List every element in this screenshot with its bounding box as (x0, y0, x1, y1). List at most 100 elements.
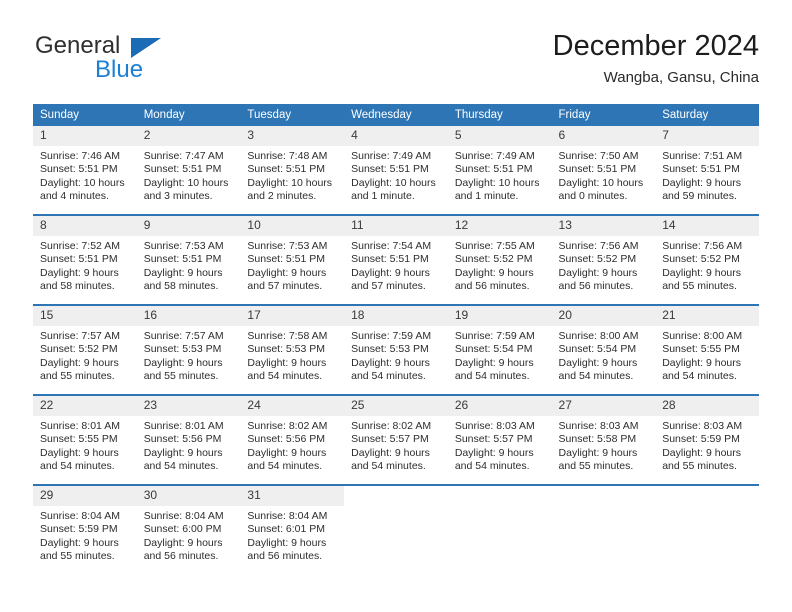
day-cell[interactable]: 11 Sunrise: 7:54 AM Sunset: 5:51 PM Dayligh… (344, 214, 448, 305)
daylight-text-line2: and 57 minutes. (247, 280, 323, 293)
day-number: 7 (655, 126, 759, 146)
daylight-text-line2: and 3 minutes. (143, 190, 213, 203)
week-row: 22 Sunrise: 8:01 AM Sunset: 5:55 PM Dayligh… (33, 394, 759, 485)
week-row: 29 Sunrise: 8:04 AM Sunset: 5:59 PM Dayligh… (33, 484, 759, 574)
day-number: 10 (240, 216, 345, 236)
sunrise-text: Sunrise: 7:46 AM (40, 150, 120, 162)
day-info: Sunrise: 8:03 AM Sunset: 5:59 PM Daylight:… (655, 416, 759, 474)
daylight-text-line1: Daylight: 9 hours (558, 266, 638, 279)
day-number: 12 (447, 216, 552, 236)
day-number: 14 (655, 216, 759, 236)
day-cell[interactable]: 7 Sunrise: 7:51 AM Sunset: 5:51 PM Daylight… (655, 126, 759, 215)
sunrise-text: Sunrise: 8:03 AM (558, 420, 639, 432)
daylight-text-line2: and 2 minutes. (247, 190, 317, 203)
daylight-text-line2: and 54 minutes. (558, 370, 634, 383)
day-cell[interactable]: 19 Sunrise: 7:59 AM Sunset: 5:54 PM Dayligh… (447, 304, 552, 395)
calendar-header-row: Sunday Monday Tuesday Wednesday Thursday… (33, 104, 759, 126)
day-info: Sunrise: 8:02 AM Sunset: 5:56 PM Daylight:… (240, 416, 344, 474)
daylight-text-line1: Daylight: 9 hours (558, 446, 638, 459)
sunrise-text: Sunrise: 7:59 AM (351, 330, 432, 342)
day-cell-empty (551, 484, 656, 574)
day-cell[interactable]: 27 Sunrise: 8:03 AM Sunset: 5:58 PM Dayligh… (551, 394, 656, 485)
day-number: 25 (344, 396, 448, 416)
daylight-text-line2: and 54 minutes. (351, 370, 426, 383)
general-blue-logo[interactable]: General Blue (33, 32, 253, 88)
daylight-text-line1: Daylight: 9 hours (143, 266, 223, 279)
sunset-text: Sunset: 5:51 PM (143, 163, 222, 176)
day-cell[interactable]: 18 Sunrise: 7:59 AM Sunset: 5:53 PM Dayligh… (344, 304, 448, 395)
daylight-text-line2: and 57 minutes. (351, 280, 426, 293)
daylight-text-line1: Daylight: 10 hours (454, 176, 540, 189)
weekday-header-thursday: Thursday (447, 104, 552, 126)
sunrise-text: Sunrise: 7:49 AM (351, 150, 432, 162)
day-cell[interactable]: 29 Sunrise: 8:04 AM Sunset: 5:59 PM Dayligh… (33, 484, 137, 574)
day-cell[interactable]: 15 Sunrise: 7:57 AM Sunset: 5:52 PM Dayligh… (33, 304, 137, 395)
day-cell[interactable]: 6 Sunrise: 7:50 AM Sunset: 5:51 PM Daylight… (551, 126, 656, 215)
day-cell[interactable]: 1 Sunrise: 7:46 AM Sunset: 5:51 PM Daylight… (33, 126, 137, 215)
day-cell[interactable]: 25 Sunrise: 8:02 AM Sunset: 5:57 PM Dayligh… (344, 394, 448, 485)
weekday-header-friday: Friday (551, 104, 656, 126)
day-cell[interactable]: 28 Sunrise: 8:03 AM Sunset: 5:59 PM Dayligh… (655, 394, 759, 485)
sunrise-text: Sunrise: 7:58 AM (247, 330, 328, 342)
day-cell[interactable]: 3 Sunrise: 7:48 AM Sunset: 5:51 PM Daylight… (240, 126, 345, 215)
sunset-text: Sunset: 5:52 PM (558, 253, 637, 266)
day-info: Sunrise: 8:00 AM Sunset: 5:55 PM Daylight:… (655, 326, 759, 384)
calendar-page: General Blue December 2024 Wangba, Gansu… (0, 0, 792, 612)
sunset-text: Sunset: 5:53 PM (351, 343, 429, 356)
sunrise-text: Sunrise: 7:53 AM (247, 240, 328, 252)
day-cell[interactable]: 23 Sunrise: 8:01 AM Sunset: 5:56 PM Dayligh… (136, 394, 241, 485)
daylight-text-line2: and 56 minutes. (247, 550, 323, 563)
sunrise-text: Sunrise: 8:00 AM (662, 330, 743, 342)
sunset-text: Sunset: 5:52 PM (662, 253, 740, 266)
day-number: 30 (136, 486, 241, 506)
day-number: 21 (655, 306, 759, 326)
day-cell[interactable]: 24 Sunrise: 8:02 AM Sunset: 5:56 PM Dayligh… (240, 394, 345, 485)
weekday-header-tuesday: Tuesday (240, 104, 345, 126)
day-cell[interactable]: 12 Sunrise: 7:55 AM Sunset: 5:52 PM Dayligh… (447, 214, 552, 305)
day-info: Sunrise: 7:47 AM Sunset: 5:51 PM Daylight:… (137, 146, 241, 204)
day-cell[interactable]: 16 Sunrise: 7:57 AM Sunset: 5:53 PM Dayligh… (136, 304, 241, 395)
day-cell[interactable]: 26 Sunrise: 8:03 AM Sunset: 5:57 PM Dayligh… (447, 394, 552, 485)
sunset-text: Sunset: 5:51 PM (40, 163, 118, 176)
day-info: Sunrise: 7:49 AM Sunset: 5:51 PM Daylight:… (344, 146, 448, 204)
day-cell[interactable]: 17 Sunrise: 7:58 AM Sunset: 5:53 PM Dayligh… (240, 304, 345, 395)
day-info: Sunrise: 7:50 AM Sunset: 5:51 PM Daylight:… (552, 146, 656, 204)
day-number: 8 (33, 216, 137, 236)
sunset-text: Sunset: 5:54 PM (558, 343, 637, 356)
sunrise-text: Sunrise: 7:52 AM (40, 240, 120, 252)
sunset-text: Sunset: 5:56 PM (143, 433, 222, 446)
weekday-header-saturday: Saturday (655, 104, 759, 126)
daylight-text-line1: Daylight: 10 hours (351, 176, 436, 189)
daylight-text-line1: Daylight: 10 hours (247, 176, 333, 189)
day-cell[interactable]: 14 Sunrise: 7:56 AM Sunset: 5:52 PM Dayligh… (655, 214, 759, 305)
day-info: Sunrise: 7:56 AM Sunset: 5:52 PM Daylight:… (552, 236, 656, 294)
sunset-text: Sunset: 5:51 PM (247, 163, 326, 176)
daylight-text-line2: and 54 minutes. (662, 370, 737, 383)
day-cell[interactable]: 9 Sunrise: 7:53 AM Sunset: 5:51 PM Daylight… (136, 214, 241, 305)
sunrise-text: Sunrise: 8:00 AM (558, 330, 639, 342)
daylight-text-line1: Daylight: 9 hours (40, 446, 119, 459)
day-cell[interactable]: 2 Sunrise: 7:47 AM Sunset: 5:51 PM Daylight… (136, 126, 241, 215)
sunrise-text: Sunrise: 8:03 AM (454, 420, 535, 432)
day-cell[interactable]: 30 Sunrise: 8:04 AM Sunset: 6:00 PM Dayligh… (136, 484, 241, 574)
day-info: Sunrise: 8:01 AM Sunset: 5:56 PM Daylight:… (137, 416, 241, 474)
day-number: 28 (655, 396, 759, 416)
logo-triangle-icon (131, 38, 161, 58)
day-cell[interactable]: 31 Sunrise: 8:04 AM Sunset: 6:01 PM Dayligh… (240, 484, 345, 574)
sunset-text: Sunset: 5:51 PM (351, 253, 429, 266)
day-info: Sunrise: 8:00 AM Sunset: 5:54 PM Daylight:… (552, 326, 656, 384)
day-cell[interactable]: 8 Sunrise: 7:52 AM Sunset: 5:51 PM Daylight… (33, 214, 137, 305)
day-cell[interactable]: 22 Sunrise: 8:01 AM Sunset: 5:55 PM Dayligh… (33, 394, 137, 485)
day-cell[interactable]: 21 Sunrise: 8:00 AM Sunset: 5:55 PM Dayligh… (655, 304, 759, 395)
day-cell[interactable]: 13 Sunrise: 7:56 AM Sunset: 5:52 PM Dayligh… (551, 214, 656, 305)
sunset-text: Sunset: 5:51 PM (454, 163, 533, 176)
sunset-text: Sunset: 5:57 PM (351, 433, 429, 446)
week-row: 15 Sunrise: 7:57 AM Sunset: 5:52 PM Dayligh… (33, 304, 759, 395)
daylight-text-line1: Daylight: 9 hours (662, 266, 742, 279)
sunrise-text: Sunrise: 8:01 AM (40, 420, 120, 432)
day-cell[interactable]: 20 Sunrise: 8:00 AM Sunset: 5:54 PM Dayligh… (551, 304, 656, 395)
day-cell[interactable]: 10 Sunrise: 7:53 AM Sunset: 5:51 PM Dayligh… (240, 214, 345, 305)
sunrise-sunset-calendar: Sunday Monday Tuesday Wednesday Thursday… (33, 104, 759, 574)
day-cell[interactable]: 5 Sunrise: 7:49 AM Sunset: 5:51 PM Daylight… (447, 126, 552, 215)
day-cell[interactable]: 4 Sunrise: 7:49 AM Sunset: 5:51 PM Daylight… (344, 126, 448, 215)
